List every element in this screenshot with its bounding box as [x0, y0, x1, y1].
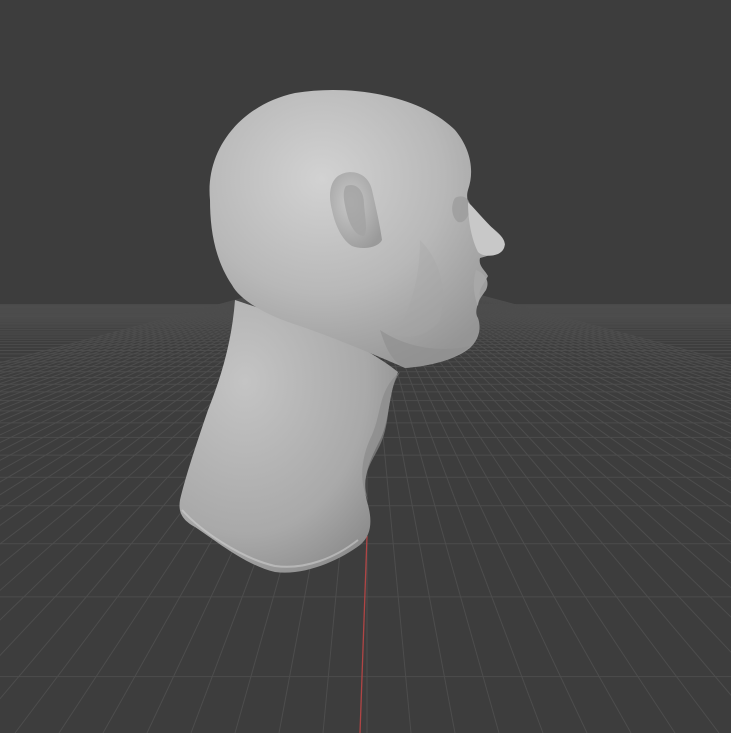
- viewport-canvas[interactable]: [0, 0, 731, 733]
- 3d-viewport[interactable]: [0, 0, 731, 733]
